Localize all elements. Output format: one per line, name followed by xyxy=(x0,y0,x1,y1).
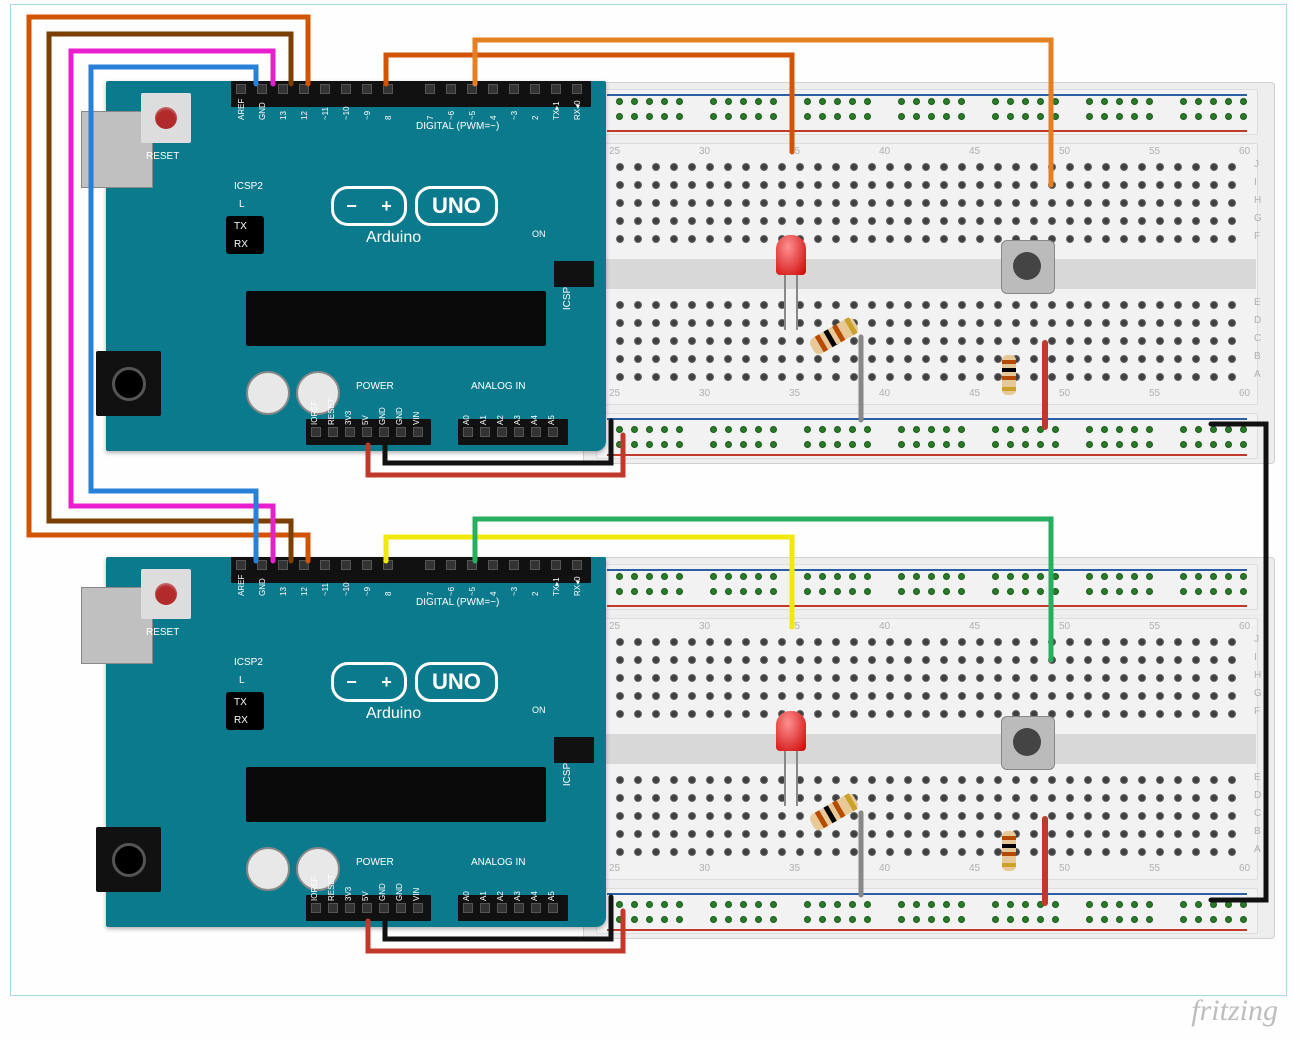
arduino-top: RESET DIGITAL (PWM=~) POWER ANALOG IN −+… xyxy=(106,81,606,451)
breadboard-bottom: 25253030353540404545505055556060JJIIHHGG… xyxy=(583,557,1275,939)
pushbutton-top[interactable] xyxy=(1001,240,1055,294)
atmega-chip-icon xyxy=(246,291,546,346)
breadboard-top: 25253030353540404545505055556060JJIIHHGG… xyxy=(583,82,1275,464)
arduino-logo-icon: −+ UNO xyxy=(331,186,498,226)
diagram-frame: 25253030353540404545505055556060JJIIHHGG… xyxy=(10,4,1287,996)
pushbutton-bottom[interactable] xyxy=(1001,716,1055,770)
reset-label: RESET xyxy=(146,151,179,162)
led-bottom xyxy=(776,711,806,751)
arduino-bottom: RESET DIGITAL (PWM=~) POWER ANALOG IN −+… xyxy=(106,557,606,927)
jumper-wire xyxy=(1042,816,1048,906)
jumper-wire xyxy=(1042,340,1048,430)
arduino-logo-icon: −+ UNO xyxy=(331,662,498,702)
reset-button[interactable] xyxy=(141,93,191,143)
resistor-btn-top xyxy=(1002,355,1016,395)
fritzing-canvas: 25253030353540404545505055556060JJIIHHGG… xyxy=(0,0,1300,1040)
arduino-brand: Arduino xyxy=(366,229,421,247)
icsp-header-icon xyxy=(554,261,594,287)
icsp-header-icon xyxy=(554,737,594,763)
reset-label: RESET xyxy=(146,627,179,638)
reset-button[interactable] xyxy=(141,569,191,619)
barrel-jack-icon xyxy=(96,827,161,892)
fritzing-watermark: fritzing xyxy=(1191,994,1278,1028)
led-top xyxy=(776,235,806,275)
atmega-chip-icon xyxy=(246,767,546,822)
resistor-btn-bottom xyxy=(1002,831,1016,871)
barrel-jack-icon xyxy=(96,351,161,416)
